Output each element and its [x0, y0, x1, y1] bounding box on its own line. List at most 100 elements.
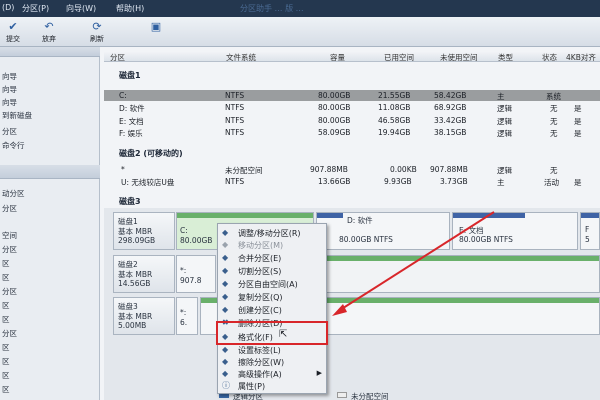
commit-button[interactable]: ✔ 提交 — [0, 20, 30, 44]
resize-icon: ◆ — [222, 228, 229, 237]
sidebar-header-wizard[interactable] — [0, 47, 100, 57]
discard-button[interactable]: ↶ 放弃 — [32, 20, 66, 44]
sidebar-item[interactable]: 区 — [2, 300, 10, 311]
sidebar-item[interactable]: 区 — [2, 370, 10, 381]
menu-item-merge[interactable]: ◆ 合并分区(E) — [218, 252, 326, 264]
partition-unallocated-block[interactable]: *: 907.8 — [176, 255, 216, 293]
sidebar-item[interactable]: 分区 — [2, 203, 17, 214]
col-type[interactable]: 类型 — [498, 52, 513, 63]
usage-bar — [177, 213, 313, 218]
sidebar-item[interactable]: 动分区 — [2, 188, 25, 199]
sidebar-header-operations[interactable] — [0, 165, 100, 179]
disk3-box[interactable]: 磁盘3 基本 MBR 5.00MB — [113, 297, 175, 335]
col-4k[interactable]: 4KB对齐 — [566, 52, 596, 63]
cell-status: 活动 — [544, 178, 559, 187]
disk2-title: 磁盘2 (可移动的) — [119, 149, 183, 158]
table-row[interactable]: F: 娱乐 NTFS 58.09GB 19.94GB 38.15GB 逻辑 无 … — [104, 127, 600, 138]
menu-item-wipe[interactable]: ◆ 擦除分区(W) — [218, 356, 326, 368]
menu-label: 擦除分区(W) — [238, 358, 285, 367]
cell-used: 46.58GB — [378, 116, 411, 125]
menu-bar: (D) 分区(P) 向导(W) 帮助(H) 分区助手 … 版 … — [0, 0, 600, 17]
menu-label: 调整/移动分区(R) — [238, 229, 301, 238]
disk1-title: 磁盘1 — [119, 71, 141, 80]
cell-fs: NTFS — [225, 177, 245, 186]
table-row[interactable]: U: 无线较店U盘 NTFS 13.66GB 9.93GB 3.73GB 主 活… — [104, 176, 600, 187]
partition-e-block[interactable]: E: 文档 80.00GB NTFS — [452, 212, 578, 250]
col-filesystem[interactable]: 文件系统 — [226, 52, 256, 63]
sidebar-item[interactable]: 命令行 — [2, 140, 25, 151]
sidebar-item[interactable]: 区 — [2, 314, 10, 325]
col-status[interactable]: 状态 — [542, 52, 557, 63]
sidebar-item[interactable]: 到新磁盘 — [2, 110, 32, 121]
partition-d-block[interactable]: D: 软件 80.00GB NTFS — [316, 212, 450, 250]
cell-status: 系统 — [546, 92, 561, 101]
col-partition[interactable]: 分区 — [110, 52, 125, 63]
partition-size: 80.00GB NTFS — [459, 235, 513, 244]
menu-item-set-label[interactable]: ◆ 设置标签(L) — [218, 344, 326, 356]
cell-align: 是 — [574, 129, 582, 138]
partition-size: 5 — [585, 235, 590, 244]
table-row[interactable]: E: 文档 NTFS 80.00GB 46.58GB 33.42GB 逻辑 无 … — [104, 115, 600, 126]
col-used[interactable]: 已用空间 — [384, 52, 414, 63]
menu-item-split[interactable]: ◆ 切割分区(S) — [218, 265, 326, 277]
menu-label: 设置标签(L) — [238, 346, 281, 355]
cell-used: 9.93GB — [384, 177, 412, 186]
table-row[interactable]: C: NTFS 80.00GB 21.55GB 58.42GB 主 系统 — [104, 90, 600, 101]
cell-type: 主 — [497, 178, 505, 187]
table-row[interactable]: * 未分配空间 907.88MB 0.00KB 907.88MB 逻辑 无 — [104, 164, 600, 175]
col-capacity[interactable]: 容量 — [330, 52, 345, 63]
menu-item-allocate[interactable]: ◆ 分区自由空间(A) — [218, 278, 326, 290]
refresh-button[interactable]: ⟳ 刷新 — [80, 20, 114, 44]
menu-item-help[interactable]: 帮助(H) — [116, 3, 144, 14]
sidebar-item[interactable]: 分区 — [2, 244, 17, 255]
menu-item-partition[interactable]: 分区(P) — [22, 3, 49, 14]
discard-label: 放弃 — [42, 35, 56, 43]
sidebar-item[interactable]: 分区 — [2, 286, 17, 297]
refresh-icon: ⟳ — [92, 20, 102, 33]
partition-disk3-block[interactable]: *: 6. — [176, 297, 198, 335]
sidebar-item[interactable]: 区 — [2, 272, 10, 283]
sidebar-item[interactable]: 区 — [2, 356, 10, 367]
cell-used: 11.08GB — [378, 103, 411, 112]
sidebar-item[interactable]: 区 — [2, 384, 10, 395]
menu-item-wizard[interactable]: 向导(W) — [66, 3, 96, 14]
cell-type: 逻辑 — [497, 104, 512, 113]
menu-item-copy[interactable]: ◆ 复制分区(Q) — [218, 291, 326, 303]
sidebar-item[interactable]: 空间 — [2, 230, 17, 241]
cell-size: 80.00GB — [318, 116, 351, 125]
menu-label: 属性(P) — [238, 382, 266, 391]
sidebar-item[interactable]: 向导 — [2, 97, 17, 108]
sidebar-item[interactable]: 向导 — [2, 84, 17, 95]
menu-label: 合并分区(E) — [238, 254, 282, 263]
menu-item-create[interactable]: ◆ 创建分区(C) — [218, 304, 326, 316]
menu-item-move[interactable]: ◆ 移动分区(M) — [218, 239, 326, 251]
sidebar-item[interactable]: 区 — [2, 342, 10, 353]
screen-button[interactable]: ▣ — [139, 20, 173, 34]
menu-item-1[interactable]: (D) — [2, 3, 14, 12]
allocate-icon: ◆ — [222, 279, 229, 288]
menu-label: 复制分区(Q) — [238, 293, 283, 302]
cell-align: 是 — [574, 178, 582, 187]
cell-name: F: 娱乐 — [119, 129, 143, 138]
cell-fs: NTFS — [225, 116, 245, 125]
toolbar: ✔ 提交 ↶ 放弃 ⟳ 刷新 ▣ — [0, 17, 600, 47]
menu-item-advanced[interactable]: ◆ 高级操作(A) ▶ — [218, 368, 326, 380]
cell-fs: NTFS — [225, 128, 245, 137]
col-free[interactable]: 未使用空间 — [440, 52, 478, 63]
cell-name: C: — [119, 91, 127, 100]
disk2-box[interactable]: 磁盘2 基本 MBR 14.56GB — [113, 255, 175, 293]
sidebar-item[interactable]: 分区 — [2, 126, 17, 137]
partition-f-block[interactable]: F 5 — [580, 212, 600, 250]
sidebar-item[interactable]: 区 — [2, 258, 10, 269]
partition-size: 907.8 — [180, 276, 202, 285]
submenu-arrow-icon: ▶ — [316, 369, 322, 377]
sidebar-item[interactable]: 分区 — [2, 328, 17, 339]
sidebar-item[interactable]: 向导 — [2, 71, 17, 82]
menu-item-properties[interactable]: ⓘ 属性(P) — [218, 380, 326, 392]
disk2-size: 14.56GB — [118, 279, 151, 288]
disk1-box[interactable]: 磁盘1 基本 MBR 298.09GB — [113, 212, 175, 250]
menu-label: 切割分区(S) — [238, 267, 282, 276]
usage-bar — [581, 213, 599, 218]
table-row[interactable]: D: 软件 NTFS 80.00GB 11.08GB 68.92GB 逻辑 无 … — [104, 102, 600, 113]
menu-item-resize[interactable]: ◆ 调整/移动分区(R) — [218, 227, 326, 239]
